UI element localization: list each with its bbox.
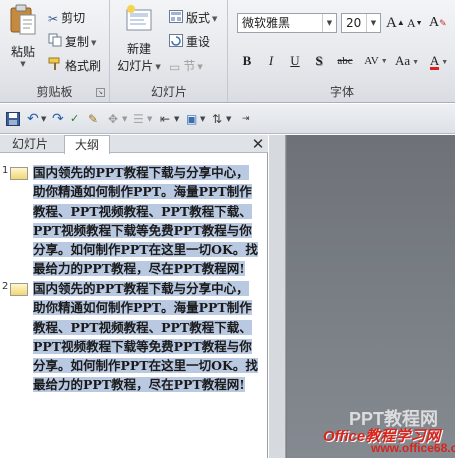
section-dropdown-icon[interactable]: ▼ (197, 63, 202, 71)
spellcheck-icon[interactable]: ✓ (70, 111, 79, 127)
format-painter-label: 格式刷 (65, 59, 102, 73)
tab-slides[interactable]: 幻灯片 (2, 135, 58, 153)
pane-tabs: 幻灯片 大纲 ✕ (0, 135, 268, 154)
section-button[interactable]: ▭ 节 ▼ (169, 56, 203, 76)
slide-canvas[interactable]: PPT教程网 Office教程学习网 www.office68.com (287, 135, 455, 458)
brush-icon[interactable]: ✎ (88, 111, 98, 127)
slide-title-selected[interactable]: 国内领先的PPT教程下载与分享中心，助你精通如何制作PPT。海量PPT制作教程、… (33, 165, 258, 277)
vertical-ruler (269, 135, 286, 458)
copy-dropdown-icon[interactable]: ▼ (91, 39, 96, 47)
change-case-icon: Aa (394, 53, 411, 68)
shrink-font-button[interactable]: A▼ (407, 13, 423, 33)
new-slide-label-text: 幻灯片 (117, 59, 154, 73)
font-color-icon: A (429, 53, 440, 70)
align-dropdown-icon[interactable]: ▼ (174, 111, 179, 127)
outline-pane: 幻灯片 大纲 ✕ 1 国内领先的PPT教程下载与分享中心，助你精通如何制作PPT… (0, 135, 268, 458)
change-case-button[interactable]: Aa ▼ (393, 52, 421, 70)
font-size-dropdown-icon[interactable]: ▼ (366, 14, 380, 32)
align-icon[interactable]: ⇤ (160, 111, 170, 127)
pointer-dropdown-icon[interactable]: ▼ (122, 111, 127, 127)
slide-number: 2 (2, 281, 9, 292)
slide-title-text[interactable]: 国内领先的PPT教程下载与分享中心，助你精通如何制作PPT。海量PPT制作教程、… (33, 163, 261, 279)
format-painter-button[interactable]: 格式刷 (48, 56, 101, 76)
reset-label: 重设 (186, 35, 211, 49)
new-slide-dropdown-icon[interactable]: ▼ (155, 63, 160, 71)
grow-font-button[interactable]: A▲ (386, 13, 405, 33)
char-spacing-icon: AV (364, 55, 379, 67)
font-group-label: 字体 (329, 85, 354, 99)
customize-toolbar-icon[interactable]: ⇥ (242, 111, 250, 127)
slide-title-selected[interactable]: 国内领先的PPT教程下载与分享中心，助你精通如何制作PPT。海量PPT制作教程、… (33, 281, 258, 393)
cut-button[interactable]: ✂ 剪切 (48, 8, 85, 28)
slide-thumbnail-icon[interactable] (10, 283, 28, 296)
char-spacing-button[interactable]: AV ▼ (361, 52, 391, 70)
underline-button[interactable]: U (287, 52, 303, 70)
new-slide-button[interactable]: 新建 幻灯片 ▼ (114, 4, 164, 76)
save-icon[interactable] (6, 111, 20, 127)
layout-icon (169, 9, 183, 29)
bold-button[interactable]: B (239, 52, 255, 70)
layout-button[interactable]: 版式 ▼ (169, 8, 217, 28)
clear-formatting-button[interactable]: A✎ (429, 13, 447, 33)
arrange-icon[interactable]: ▣ (186, 111, 197, 127)
bullets-dropdown-icon[interactable]: ▼ (147, 111, 152, 127)
new-slide-label-top: 新建 (126, 42, 151, 56)
undo-dropdown-icon[interactable]: ▼ (41, 111, 46, 127)
font-name-value: 微软雅黑 (242, 16, 291, 30)
close-icon[interactable]: ✕ (250, 135, 266, 153)
redo-icon[interactable]: ↷ (52, 111, 64, 127)
outline-slide-1[interactable]: 1 国内领先的PPT教程下载与分享中心，助你精通如何制作PPT。海量PPT制作教… (0, 163, 268, 277)
new-slide-icon (126, 5, 152, 31)
cut-label: 剪切 (61, 11, 86, 25)
shrink-font-icon: A (407, 16, 416, 30)
italic-button[interactable]: I (263, 52, 279, 70)
font-size-value: 20 (346, 16, 362, 30)
paste-button[interactable]: 粘贴 ▼ (4, 4, 42, 68)
direction-icon[interactable]: ⇅ (212, 111, 222, 127)
font-name-select[interactable]: 微软雅黑 ▼ (237, 13, 337, 33)
section-icon: ▭ (169, 59, 181, 74)
scissors-icon: ✂ (48, 11, 59, 26)
section-label: 节 (183, 59, 196, 73)
clipboard-launcher-icon[interactable]: ↘ (96, 88, 105, 97)
copy-icon (48, 33, 62, 53)
paste-label: 粘贴 (10, 45, 35, 59)
bullets-icon[interactable]: ☰ (133, 111, 144, 127)
font-color-button[interactable]: A ▼ (427, 52, 451, 70)
reset-icon (169, 33, 183, 53)
clipboard-group: 粘贴 ▼ ✂ 剪切 复制 ▼ 格式刷 剪贴板 ↘ (0, 0, 110, 102)
font-size-select[interactable]: 20 ▼ (341, 13, 381, 33)
clipboard-group-label: 剪贴板 (36, 85, 73, 99)
paste-dropdown-icon[interactable]: ▼ (4, 60, 42, 68)
quick-access-toolbar: ↶ ▼ ↷ ✓ ✎ ✥ ▼ ☰ ▼ ⇤ ▼ ▣ ▼ ⇅ ▼ ⇥ (0, 104, 455, 134)
slide-title-text[interactable]: 国内领先的PPT教程下载与分享中心，助你精通如何制作PPT。海量PPT制作教程、… (33, 279, 261, 395)
format-painter-icon (48, 57, 62, 77)
shadow-button[interactable]: S (311, 52, 327, 70)
font-name-dropdown-icon[interactable]: ▼ (322, 14, 336, 32)
tab-outline[interactable]: 大纲 (64, 135, 111, 154)
layout-label: 版式 (186, 11, 211, 25)
grow-font-icon: A (386, 15, 397, 31)
slide-thumbnail-icon[interactable] (10, 167, 28, 180)
watermark-url: www.office68.com (371, 441, 455, 455)
slide-editing-area: PPT教程网 Office教程学习网 www.office68.com (269, 135, 455, 458)
font-group: 微软雅黑 ▼ 20 ▼ A▲ A▼ A✎ B I U S abc AV ▼ Aa ▼… (229, 0, 455, 102)
paste-icon (10, 4, 36, 35)
new-slide-label-bottom: 幻灯片 ▼ (114, 57, 164, 74)
pointer-icon[interactable]: ✥ (108, 111, 118, 127)
clear-formatting-icon: A (429, 15, 440, 30)
direction-dropdown-icon[interactable]: ▼ (226, 111, 231, 127)
outline-slide-2[interactable]: 2 国内领先的PPT教程下载与分享中心，助你精通如何制作PPT。海量PPT制作教… (0, 279, 268, 393)
reset-button[interactable]: 重设 (169, 32, 210, 52)
undo-icon[interactable]: ↶ (27, 111, 39, 127)
strikethrough-button[interactable]: abc (333, 52, 357, 70)
slides-group-label: 幻灯片 (150, 85, 187, 99)
layout-dropdown-icon[interactable]: ▼ (212, 15, 217, 23)
arrange-dropdown-icon[interactable]: ▼ (200, 111, 205, 127)
ribbon: 粘贴 ▼ ✂ 剪切 复制 ▼ 格式刷 剪贴板 ↘ 新建 幻灯片 ▼ 版式 ▼ 重… (0, 0, 455, 103)
copy-label: 复制 (65, 35, 90, 49)
slides-group: 新建 幻灯片 ▼ 版式 ▼ 重设 ▭ 节 ▼ 幻灯片 (111, 0, 228, 102)
slide-number: 1 (2, 165, 9, 176)
copy-button[interactable]: 复制 ▼ (48, 32, 96, 52)
